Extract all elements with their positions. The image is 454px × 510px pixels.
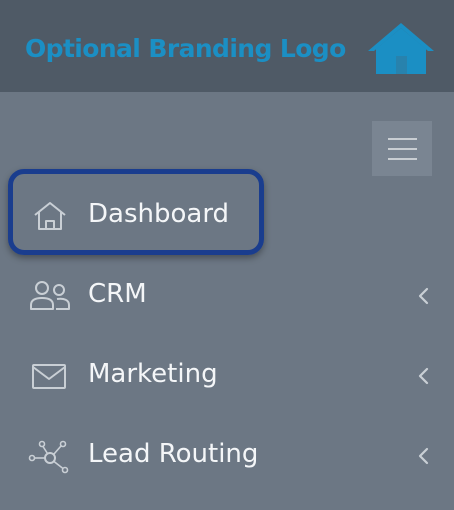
nav-item-lead-routing[interactable]: Lead Routing	[0, 421, 454, 491]
nav-item-dashboard[interactable]: Dashboard	[0, 181, 454, 251]
hamburger-bar	[388, 148, 417, 150]
home-icon	[34, 202, 66, 230]
sidebar-header: Optional Branding Logo	[0, 0, 454, 92]
hamburger-bar	[388, 158, 417, 160]
hamburger-menu-icon	[388, 138, 417, 140]
chevron-left-icon	[418, 447, 429, 465]
envelope-icon	[32, 364, 66, 389]
chevron-left-icon	[418, 367, 429, 385]
nav-item-crm[interactable]: CRM	[0, 261, 454, 331]
house-icon	[368, 23, 434, 74]
branding-logo-text: Optional Branding Logo	[25, 34, 346, 63]
chevron-left-icon	[418, 287, 429, 305]
network-icon	[28, 440, 69, 474]
nav-item-marketing[interactable]: Marketing	[0, 341, 454, 411]
nav-item-label: Marketing	[88, 359, 218, 389]
nav-item-label: CRM	[88, 279, 147, 309]
nav-item-label: Dashboard	[88, 199, 230, 229]
nav-item-label: Lead Routing	[88, 439, 259, 469]
users-icon	[30, 281, 70, 310]
menu-toggle-button[interactable]	[372, 121, 432, 176]
